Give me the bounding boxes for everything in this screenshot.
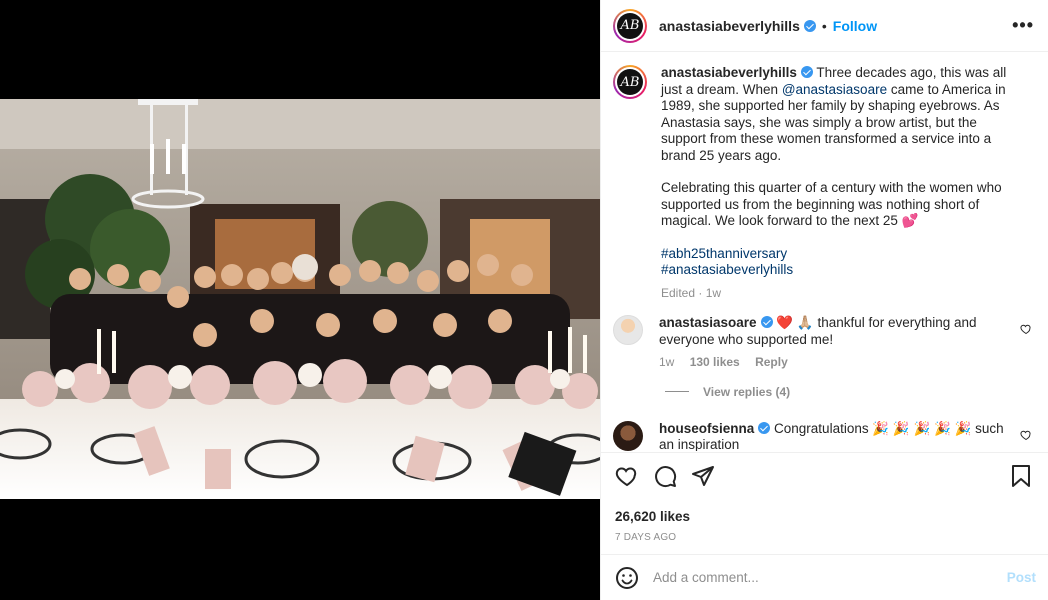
action-icons: [615, 463, 1032, 489]
comment: anastasiasoare ❤️ 🙏🏼 thankful for everyt…: [613, 315, 1032, 371]
hashtag-abh25thanniversary[interactable]: #abh25thanniversary: [661, 246, 787, 261]
commenter-username[interactable]: anastasiasoare: [659, 315, 757, 330]
comment-meta: 1w 130 likes Reply: [659, 354, 1015, 371]
edited-time: Edited · 1w: [661, 285, 722, 300]
caption: AB anastasiabeverlyhills Three decades a…: [613, 65, 1032, 301]
caption-meta: Edited · 1w: [661, 285, 1017, 302]
caption-author-avatar[interactable]: AB: [613, 65, 647, 99]
comment-like-heart-icon[interactable]: [1020, 323, 1032, 335]
view-replies-button[interactable]: View replies (4): [665, 385, 1032, 399]
comment-icon[interactable]: [653, 464, 677, 488]
post-actions: 26,620 likes 7 DAYS AGO: [601, 452, 1048, 543]
post-header: AB anastasiabeverlyhills • Follow •••: [601, 0, 1048, 52]
hashtag-line: #anastasiabeverlyhills: [661, 262, 1017, 279]
more-icon[interactable]: •••: [1012, 15, 1034, 36]
verified-badge-icon: [800, 66, 813, 78]
commenter-username[interactable]: houseofsienna: [659, 421, 754, 436]
reply-button[interactable]: Reply: [755, 355, 788, 369]
add-comment-bar: Post: [601, 554, 1048, 600]
caption-paragraph-2: Celebrating this quarter of a century wi…: [661, 180, 1002, 228]
verified-badge-icon: [803, 19, 816, 32]
verified-badge-icon: [758, 421, 771, 434]
post-media: [0, 0, 600, 600]
share-icon[interactable]: [691, 464, 715, 488]
hashtag-link: #abh25thanniversary: [661, 246, 1017, 263]
caption-author-username[interactable]: anastasiabeverlyhills: [661, 65, 797, 80]
separator-dot: •: [821, 17, 827, 34]
likes-count[interactable]: 26,620 likes: [615, 509, 1032, 524]
commenter-avatar[interactable]: [613, 420, 643, 451]
author-username[interactable]: anastasiabeverlyhills: [659, 18, 800, 34]
post-detail-panel: AB anastasiabeverlyhills • Follow ••• AB…: [600, 0, 1048, 600]
follow-button[interactable]: Follow: [833, 18, 877, 34]
comment-likes[interactable]: 130 likes: [690, 355, 740, 369]
hashtag-anastasiabeverlyhills[interactable]: #anastasiabeverlyhills: [661, 262, 793, 277]
post-date[interactable]: 7 DAYS AGO: [615, 532, 1032, 543]
group-photo-illustration: [0, 99, 600, 499]
post-photo[interactable]: [0, 99, 600, 499]
commenter-avatar[interactable]: [613, 315, 643, 345]
caption-text: anastasiabeverlyhills Three decades ago,…: [661, 65, 1017, 301]
view-replies-label: View replies (4): [703, 384, 791, 399]
heart-icon[interactable]: [615, 464, 639, 488]
comment: houseofsienna Congratulations 🎉 🎉 🎉 🎉 🎉 …: [613, 420, 1032, 452]
comment-text: houseofsienna Congratulations 🎉 🎉 🎉 🎉 🎉 …: [659, 421, 1015, 452]
emoji-icon[interactable]: [615, 566, 639, 590]
author-avatar[interactable]: AB: [613, 8, 647, 43]
comment-input[interactable]: [653, 570, 1007, 585]
post-comment-button[interactable]: Post: [1007, 570, 1036, 585]
comments-section[interactable]: AB anastasiabeverlyhills Three decades a…: [601, 53, 1048, 451]
avatar-monogram: AB: [617, 12, 643, 39]
caption-mention-link[interactable]: @anastasiasoare: [782, 82, 887, 97]
comment-like-heart-icon[interactable]: [1020, 429, 1032, 441]
comment-time[interactable]: 1w: [659, 355, 674, 369]
replies-line: [665, 391, 689, 392]
comment-text: anastasiasoare ❤️ 🙏🏼 thankful for everyt…: [659, 315, 1015, 371]
avatar-monogram: AB: [617, 69, 643, 95]
save-icon[interactable]: [1010, 464, 1032, 488]
verified-badge-icon: [760, 316, 773, 328]
